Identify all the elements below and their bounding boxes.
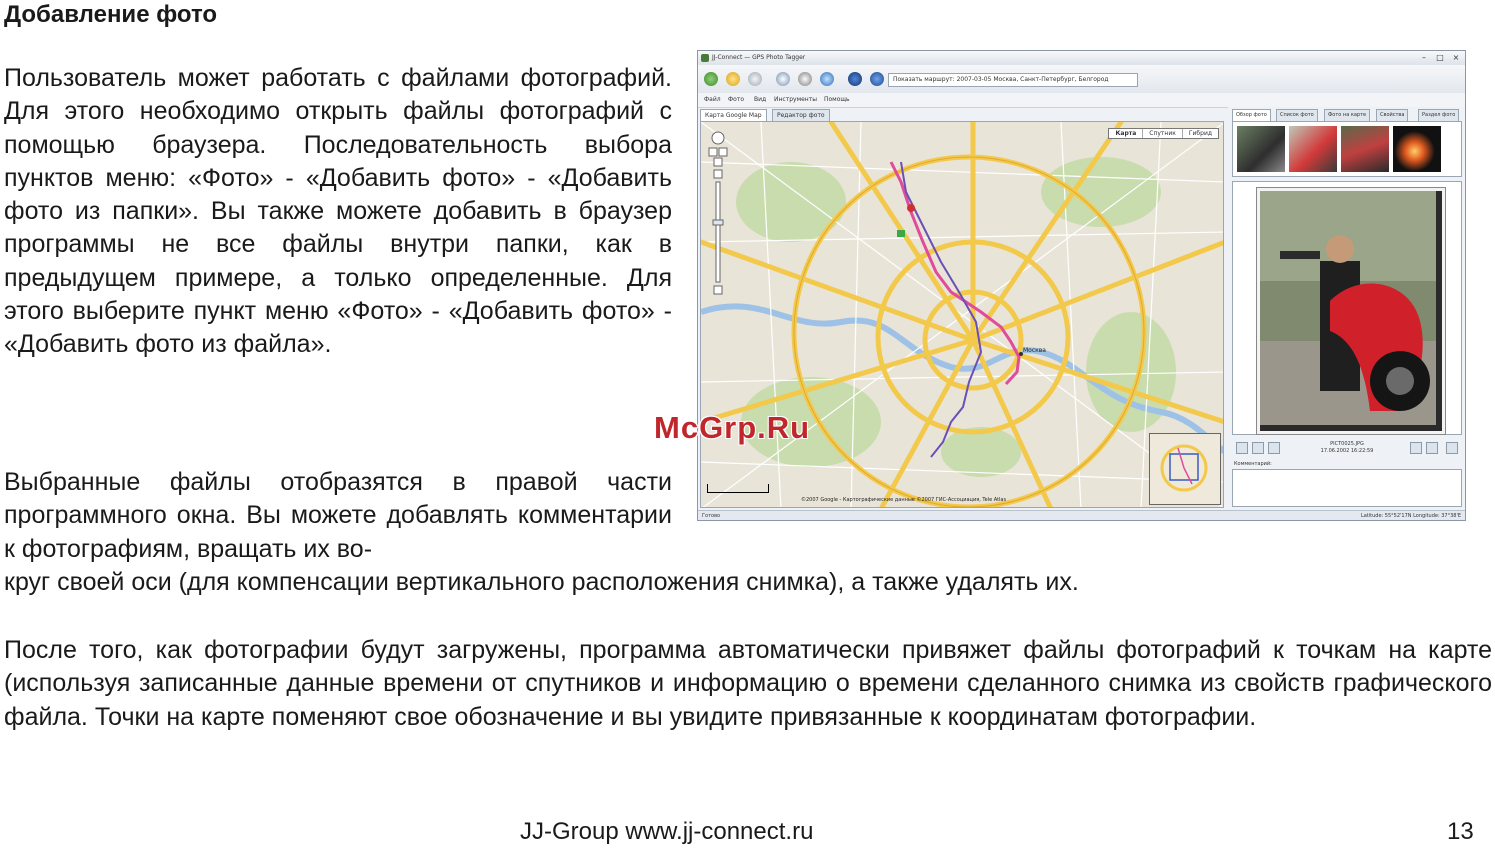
paragraph-open-photos: Пользователь может работать с файлами фо… [4, 64, 672, 359]
preview-image [1257, 188, 1445, 434]
comment-field[interactable] [1232, 469, 1462, 507]
prev-photo-button[interactable] [1236, 442, 1248, 454]
tab-photo-section[interactable]: Раздел фото [1418, 109, 1460, 121]
photo-filename: PICT0025.JPG [1330, 441, 1364, 447]
watermark: McGrp.Ru [654, 410, 811, 445]
photo-preview [1232, 181, 1462, 435]
clock-icon[interactable] [776, 72, 790, 86]
comment-label: Комментарий: [1234, 461, 1272, 467]
photo-thumbnail[interactable] [1341, 126, 1389, 172]
photo-info: PICT0025.JPG 17.06.2002 16:22:59 [1302, 441, 1392, 455]
window-titlebar: JJ-Connect — GPS Photo Tagger – □ × [698, 51, 1465, 65]
map-view[interactable]: Москва Карта Спутник Гибрид ©2007 Google… [700, 121, 1224, 508]
map-type-hybrid[interactable]: Гибрид [1183, 129, 1218, 138]
last-photo-button[interactable] [1268, 442, 1280, 454]
photo-date: 17.06.2002 16:22:59 [1320, 448, 1374, 454]
menu-view[interactable]: Вид [754, 96, 766, 103]
status-text: Готово [702, 513, 721, 519]
footer-site: JJ-Group www.jj-connect.ru [520, 818, 814, 845]
maximize-icon[interactable]: □ [1435, 53, 1445, 62]
zoom-control[interactable] [707, 130, 729, 300]
coordinates-readout: Latitude: 55°52'17N Longitude: 37°38'E [1360, 513, 1461, 519]
status-bar: Готово Latitude: 55°52'17N Longitude: 37… [698, 510, 1465, 520]
menu-photo[interactable]: Фото [728, 96, 744, 103]
help-icon[interactable] [870, 72, 884, 86]
page-number: 13 [1447, 818, 1474, 845]
route-selector[interactable]: Показать маршрут: 2007-03-05 Москва, Сан… [888, 73, 1138, 87]
folder-icon[interactable] [726, 72, 740, 86]
map-type-switch: Карта Спутник Гибрид [1108, 128, 1219, 139]
page-footer: JJ-Group www.jj-connect.ru 13 [0, 818, 1495, 852]
menu-file[interactable]: Файл [704, 96, 721, 103]
tab-photo-editor[interactable]: Редактор фото [772, 109, 830, 121]
map-copyright: ©2007 Google - Картографические данные ©… [801, 497, 1007, 503]
map-city-label: Москва [1023, 347, 1046, 354]
map-graphic: Москва [701, 122, 1223, 507]
globe-icon[interactable] [820, 72, 834, 86]
compass-icon[interactable] [798, 72, 812, 86]
menu-bar: Файл Фото Вид Инструменты Помощь [698, 93, 1465, 108]
delete-photo-button[interactable] [1446, 442, 1458, 454]
window-title: JJ-Connect — GPS Photo Tagger [712, 54, 806, 61]
photo-controls: PICT0025.JPG 17.06.2002 16:22:59 [1232, 439, 1462, 459]
photo-pane: Обзор фото Список фото Фото на карте Сво… [1228, 107, 1465, 509]
tab-photo-overview[interactable]: Обзор фото [1232, 109, 1271, 121]
map-scale [707, 484, 769, 493]
tab-photo-list[interactable]: Список фото [1276, 109, 1318, 121]
tab-properties[interactable]: Свойства [1376, 109, 1409, 121]
open-track-icon[interactable] [704, 72, 718, 86]
app-icon [701, 54, 709, 62]
rotate-right-button[interactable] [1426, 442, 1438, 454]
menu-help[interactable]: Помощь [824, 96, 850, 103]
menu-tools[interactable]: Инструменты [774, 96, 817, 103]
photo-tabs: Обзор фото Список фото Фото на карте Сво… [1232, 109, 1465, 121]
paragraph-selected-files: Выбранные файлы отобразятся в правой час… [4, 468, 672, 563]
paragraph-selected-files-end: круг своей оси (для компенсации вертикал… [4, 568, 1079, 596]
next-photo-button[interactable] [1252, 442, 1264, 454]
photo-thumbnail[interactable] [1289, 126, 1337, 172]
rotate-left-button[interactable] [1410, 442, 1422, 454]
map-type-satellite[interactable]: Спутник [1143, 129, 1183, 138]
photo-add-icon[interactable] [748, 72, 762, 86]
toolbar: Показать маршрут: 2007-03-05 Москва, Сан… [698, 65, 1465, 93]
app-screenshot: JJ-Connect — GPS Photo Tagger – □ × Пока… [697, 50, 1466, 521]
close-icon[interactable]: × [1451, 53, 1461, 62]
minimize-icon[interactable]: – [1419, 53, 1429, 62]
section-heading: Добавление фото [4, 1, 218, 28]
thumbnail-strip [1232, 121, 1462, 177]
map-type-map[interactable]: Карта [1109, 129, 1144, 138]
photo-thumbnail[interactable] [1393, 126, 1441, 172]
tab-photo-on-map[interactable]: Фото на карте [1324, 109, 1371, 121]
overview-minimap[interactable] [1149, 433, 1221, 505]
paragraph-geotagging: После того, как фотографии будут загруже… [4, 636, 1492, 731]
photo-thumbnail[interactable] [1237, 126, 1285, 172]
search-icon[interactable] [848, 72, 862, 86]
tab-google-map[interactable]: Карта Google Map [700, 109, 767, 121]
